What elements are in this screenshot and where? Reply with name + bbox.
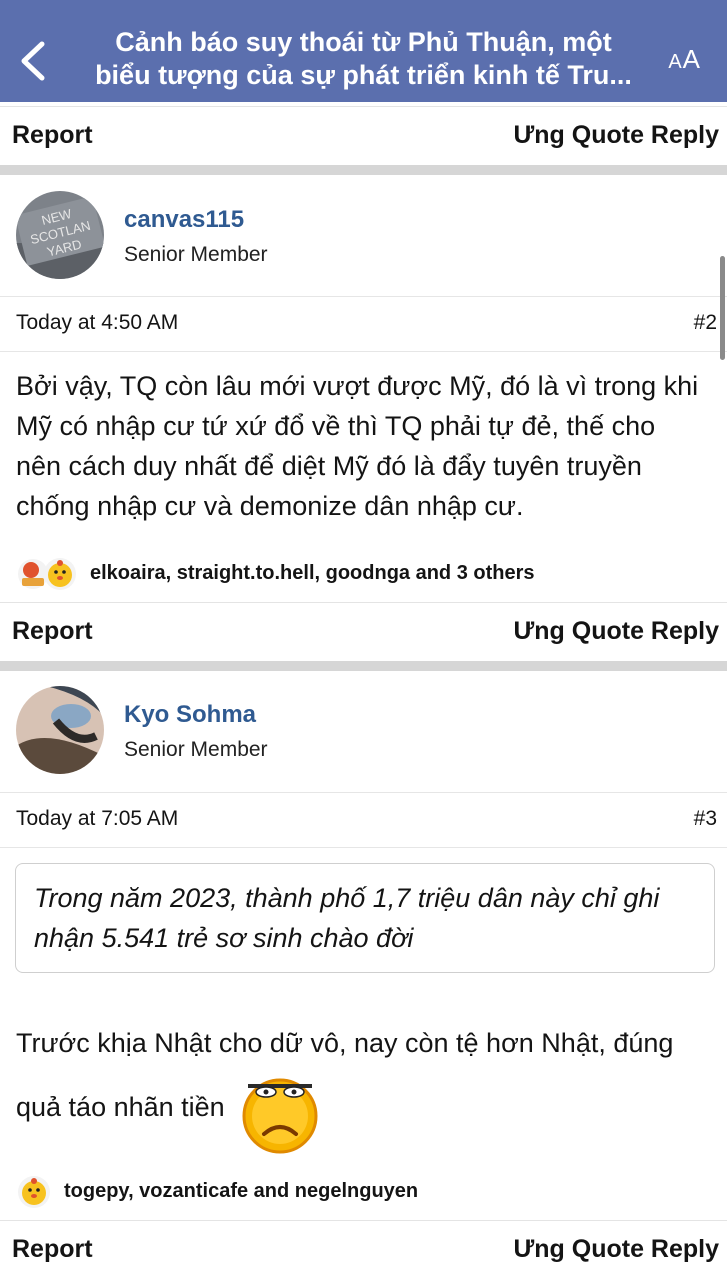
avatar[interactable] (16, 686, 104, 774)
post-body-text: Trước khịa Nhật cho dữ vô, nay còn tệ hơ… (16, 1028, 674, 1122)
avatar-image (16, 686, 104, 774)
post-meta: Today at 4:50 AM #2 (0, 296, 727, 352)
like-quote-reply-buttons[interactable]: Ưng Quote Reply (514, 1235, 719, 1264)
post-separator (0, 661, 727, 671)
top-navigation-bar: Cảnh báo suy thoái từ Phủ Thuận, một biể… (0, 0, 727, 102)
back-chevron-icon[interactable] (14, 36, 54, 86)
like-quote-reply-buttons[interactable]: Ưng Quote Reply (514, 121, 719, 150)
post-timestamp[interactable]: Today at 7:05 AM (16, 807, 178, 831)
thread-title-line2: biểu tượng của sự phát triển kinh tế Tru… (95, 60, 632, 90)
reaction-chicken-icon (22, 1181, 46, 1205)
reaction-icons (18, 1176, 50, 1208)
username-link[interactable]: Kyo Sohma (124, 701, 256, 729)
report-button[interactable]: Report (12, 617, 93, 646)
user-role: Senior Member (124, 738, 268, 761)
reaction-chicken-icon (48, 563, 72, 587)
post-actions-bar: Report Ưng Quote Reply (0, 602, 727, 661)
post-separator (0, 165, 727, 175)
avatar-image: NEW SCOTLAN YARD (16, 191, 104, 279)
post-body: Bởi vậy, TQ còn lâu mới vượt được Mỹ, đó… (16, 371, 699, 521)
user-role: Senior Member (124, 243, 268, 266)
font-size-button[interactable]: AA (668, 44, 701, 75)
reaction-book-icon (22, 578, 44, 586)
post-number[interactable]: #3 (694, 807, 717, 831)
quote-block: Trong năm 2023, thành phố 1,7 triệu dân … (15, 863, 715, 973)
annoyed-smiley-icon (242, 1078, 318, 1154)
avatar[interactable]: NEW SCOTLAN YARD (16, 191, 104, 279)
post-actions-bar: Report Ưng Quote Reply (0, 1220, 727, 1279)
thread-title: Cảnh báo suy thoái từ Phủ Thuận, một biể… (80, 26, 647, 92)
post-number[interactable]: #2 (694, 311, 717, 335)
post-actions-bar: Report Ưng Quote Reply (0, 106, 727, 165)
post-timestamp[interactable]: Today at 4:50 AM (16, 311, 178, 335)
report-button[interactable]: Report (12, 1235, 93, 1264)
reaction-users[interactable]: togepy, vozanticafe and negelnguyen (64, 1180, 418, 1203)
post-meta: Today at 7:05 AM #3 (0, 792, 727, 848)
reaction-icons (18, 558, 76, 590)
report-button[interactable]: Report (12, 121, 93, 150)
thread-title-line1: Cảnh báo suy thoái từ Phủ Thuận, một (115, 27, 612, 57)
username-link[interactable]: canvas115 (124, 206, 244, 234)
like-quote-reply-buttons[interactable]: Ưng Quote Reply (514, 617, 719, 646)
scrollbar[interactable] (720, 256, 725, 360)
post-body: Trước khịa Nhật cho dữ vô, nay còn tệ hơ… (16, 1012, 716, 1154)
reaction-users[interactable]: elkoaira, straight.to.hell, goodnga and … (90, 562, 535, 585)
